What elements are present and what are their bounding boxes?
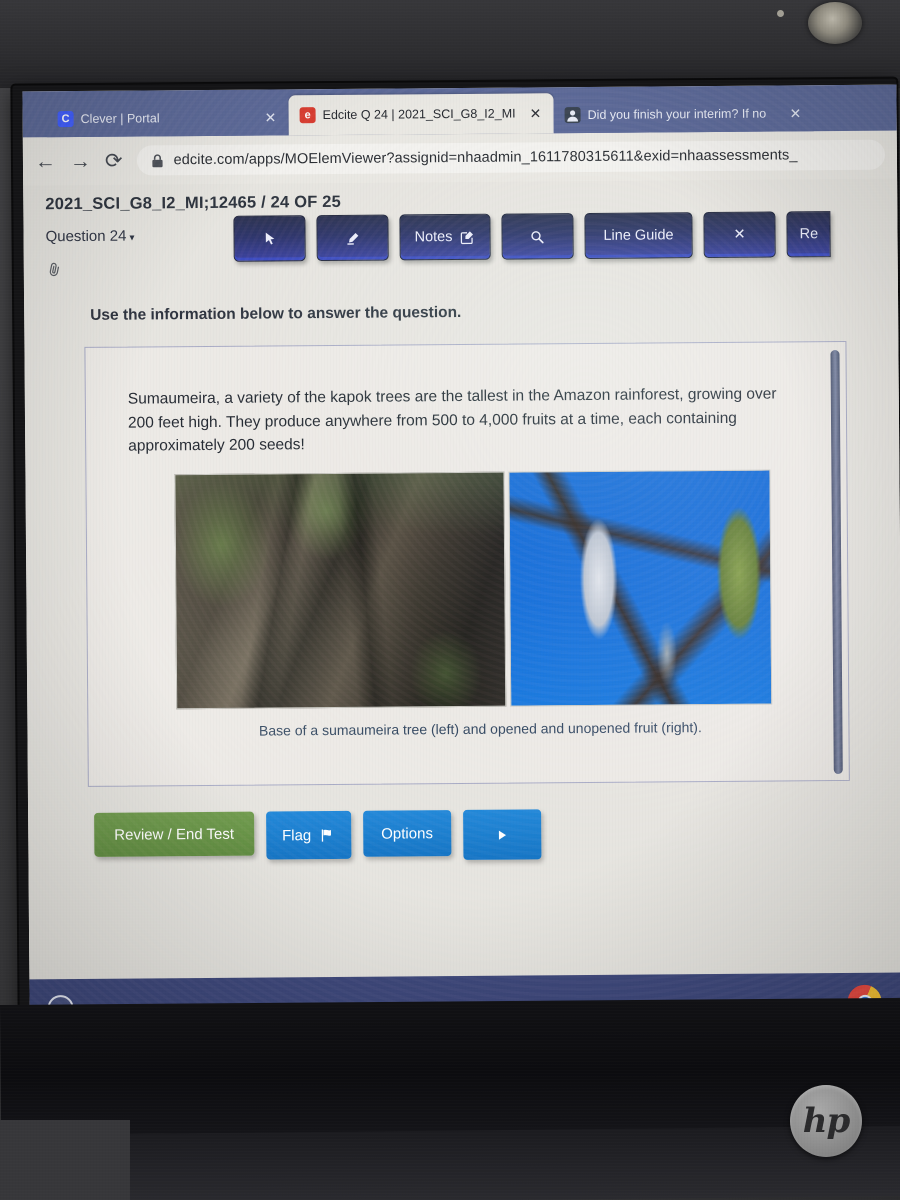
browser-tab-interim-form[interactable]: Did you finish your interim? If no ✕ — [553, 95, 814, 134]
question-body: Use the information below to answer the … — [24, 287, 900, 864]
figure-caption: Base of a sumaumeira tree (left) and ope… — [258, 718, 702, 739]
stimulus-scrollbar[interactable] — [830, 349, 843, 775]
question-toolbar: Notes Line Guide ✕ Re — [233, 189, 831, 262]
tab-title: Edcite Q 24 | 2021_SCI_G8_I2_MI — [322, 106, 516, 123]
lock-icon — [148, 152, 165, 169]
review-end-test-label: Review / End Test — [114, 825, 235, 844]
question-selector-label: Question 24 — [45, 227, 127, 246]
laptop-bottom-bezel — [0, 997, 900, 1135]
stimulus-figure — [174, 469, 810, 709]
edcite-favicon: e — [299, 107, 316, 124]
forward-icon[interactable]: → — [70, 149, 91, 172]
close-icon[interactable]: ✕ — [530, 105, 544, 121]
paperclip-icon[interactable] — [44, 260, 64, 280]
flag-button[interactable]: Flag — [265, 810, 352, 860]
close-icon[interactable]: ✕ — [265, 109, 279, 125]
flag-button-label: Flag — [281, 826, 312, 844]
flag-icon — [318, 826, 335, 843]
instruction-text: Use the information below to answer the … — [90, 303, 462, 324]
tab-title: Clever | Portal — [80, 111, 160, 126]
laptop-screen: C Clever | Portal ✕ e Edcite Q 24 | 2021… — [22, 84, 900, 1012]
assessment-id-label: 2021_SCI_G8_I2_MI;12465 / 24 OF 25 — [45, 192, 342, 214]
tab-title: Did you finish your interim? If no — [587, 106, 767, 122]
browser-tab-edcite[interactable]: e Edcite Q 24 | 2021_SCI_G8_I2_MI ✕ — [288, 93, 554, 136]
chevron-down-icon: ▾ — [129, 232, 135, 244]
clever-favicon: C — [57, 111, 74, 128]
browser-tabstrip: C Clever | Portal ✕ e Edcite Q 24 | 2021… — [22, 84, 897, 138]
photo-scene: C Clever | Portal ✕ e Edcite Q 24 | 2021… — [0, 0, 900, 1200]
edit-square-icon — [458, 228, 475, 245]
webcam-led-icon — [777, 10, 784, 17]
reset-button[interactable]: Re — [786, 211, 831, 258]
sumaumeira-fruit-photo — [508, 469, 773, 707]
person-favicon — [564, 107, 581, 124]
laptop-keyboard-deck — [59, 1125, 900, 1200]
stimulus-panel: Sumaumeira, a variety of the kapok trees… — [84, 340, 850, 787]
back-icon[interactable]: ← — [35, 150, 56, 173]
webcam-icon — [808, 2, 862, 44]
desk-surface — [0, 1120, 130, 1200]
laptop-top-bezel — [0, 0, 900, 88]
hp-logo: hp — [790, 1085, 862, 1157]
pointer-tool[interactable] — [233, 215, 306, 262]
notes-button-label: Notes — [414, 229, 453, 246]
reload-icon[interactable]: ⟳ — [105, 149, 123, 172]
sumaumeira-tree-photo — [174, 471, 507, 709]
options-button[interactable]: Options — [363, 810, 452, 857]
stimulus-scrollbar-thumb[interactable] — [830, 349, 843, 775]
options-button-label: Options — [381, 824, 433, 843]
close-tool-button[interactable]: ✕ — [703, 211, 776, 259]
browser-tab-clever[interactable]: C Clever | Portal ✕ — [46, 99, 289, 138]
line-guide-button[interactable]: Line Guide — [584, 212, 693, 259]
browser-toolbar: ← → ⟳ edcite.com/apps/MOElemViewer?assig… — [22, 130, 898, 186]
assessment-header: 2021_SCI_G8_I2_MI;12465 / 24 OF 25 Quest… — [23, 179, 898, 294]
question-selector[interactable]: Question 24 ▾ — [45, 227, 233, 246]
magnifier-tool[interactable] — [501, 213, 574, 260]
highlighter-tool[interactable] — [316, 214, 389, 262]
address-bar-url: edcite.com/apps/MOElemViewer?assignid=nh… — [173, 147, 798, 169]
laptop-screen-frame: C Clever | Portal ✕ e Edcite Q 24 | 2021… — [12, 78, 900, 1016]
play-triangle-icon — [493, 826, 510, 843]
edcite-app: 2021_SCI_G8_I2_MI;12465 / 24 OF 25 Quest… — [23, 178, 900, 980]
next-question-button[interactable] — [462, 809, 542, 860]
review-end-test-button[interactable]: Review / End Test — [94, 811, 255, 857]
stimulus-passage: Sumaumeira, a variety of the kapok trees… — [127, 385, 777, 455]
notes-button[interactable]: Notes — [399, 213, 491, 261]
question-footer: Review / End Test Flag Options — [54, 781, 877, 863]
address-bar[interactable]: edcite.com/apps/MOElemViewer?assignid=nh… — [136, 139, 886, 176]
reset-button-label: Re — [799, 226, 819, 243]
close-icon: ✕ — [733, 226, 746, 243]
close-icon[interactable]: ✕ — [790, 105, 804, 121]
line-guide-button-label: Line Guide — [603, 227, 674, 244]
